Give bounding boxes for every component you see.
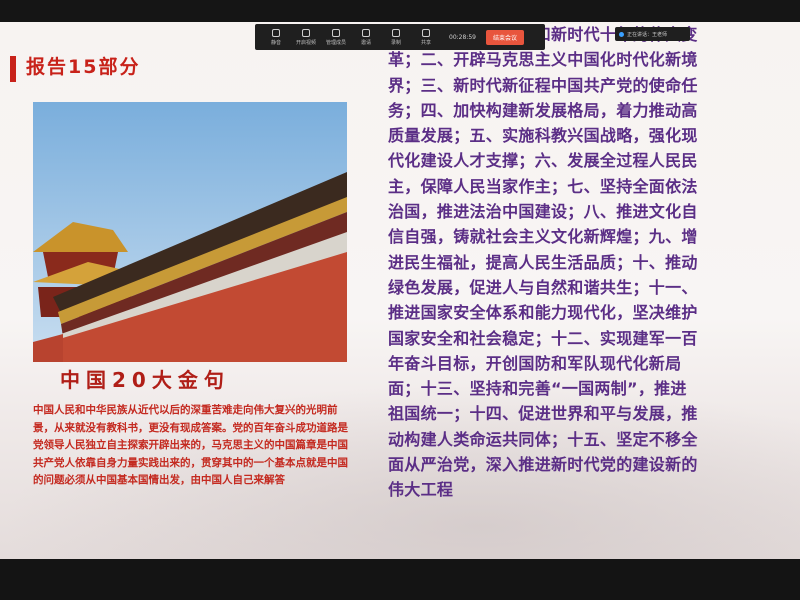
record-label: 录制	[390, 39, 401, 46]
title-accent-bar	[10, 56, 16, 82]
meeting-timer: 00:28:59	[449, 33, 476, 41]
invite-button[interactable]: 邀请	[351, 28, 381, 46]
members-button[interactable]: 管理成员	[321, 28, 351, 46]
end-meeting-button[interactable]: 结束会议	[485, 29, 524, 45]
top-letterbox	[0, 0, 800, 22]
record-button[interactable]: 录制	[381, 28, 411, 46]
speaking-dot-icon	[619, 31, 624, 37]
quote-title: 中国20大金句	[60, 368, 230, 392]
share-icon	[422, 28, 430, 37]
invite-label: 邀请	[360, 39, 371, 46]
bottom-letterbox	[0, 559, 800, 600]
members-label: 管理成员	[325, 39, 346, 46]
meeting-toolbar: 静音 开启视频 管理成员 邀请 录制 共享 00:28:59 结束会议	[255, 24, 545, 50]
forbidden-city-photo	[33, 102, 347, 362]
video-label: 开启视频	[295, 39, 316, 46]
video-button[interactable]: 开启视频	[291, 28, 321, 46]
invite-icon	[362, 28, 370, 37]
camera-icon	[302, 28, 310, 37]
share-button[interactable]: 共享	[411, 28, 441, 46]
share-label: 共享	[420, 39, 431, 46]
report-title: 报告15部分	[26, 56, 141, 78]
report-sections-text: 一、过去五年的工作和新时代十年的伟大变革；二、开辟马克思主义中国化时代化新境界；…	[388, 25, 698, 500]
mute-button[interactable]: 静音	[261, 28, 291, 46]
members-icon	[332, 28, 340, 37]
microphone-icon	[272, 28, 280, 37]
presentation-slide: 报告15部分 中国20大金句 中国人民和中华民族从近代以后的深重苦难走向伟大复兴…	[0, 22, 800, 559]
record-icon	[392, 28, 400, 37]
speaker-indicator: 正在讲话：王老师	[615, 27, 690, 41]
mute-label: 静音	[270, 39, 281, 46]
quote-body: 中国人民和中华民族从近代以后的深重苦难走向伟大复兴的光明前景，从来就没有教科书，…	[33, 404, 348, 486]
speaker-text: 正在讲话：王老师	[627, 31, 668, 38]
